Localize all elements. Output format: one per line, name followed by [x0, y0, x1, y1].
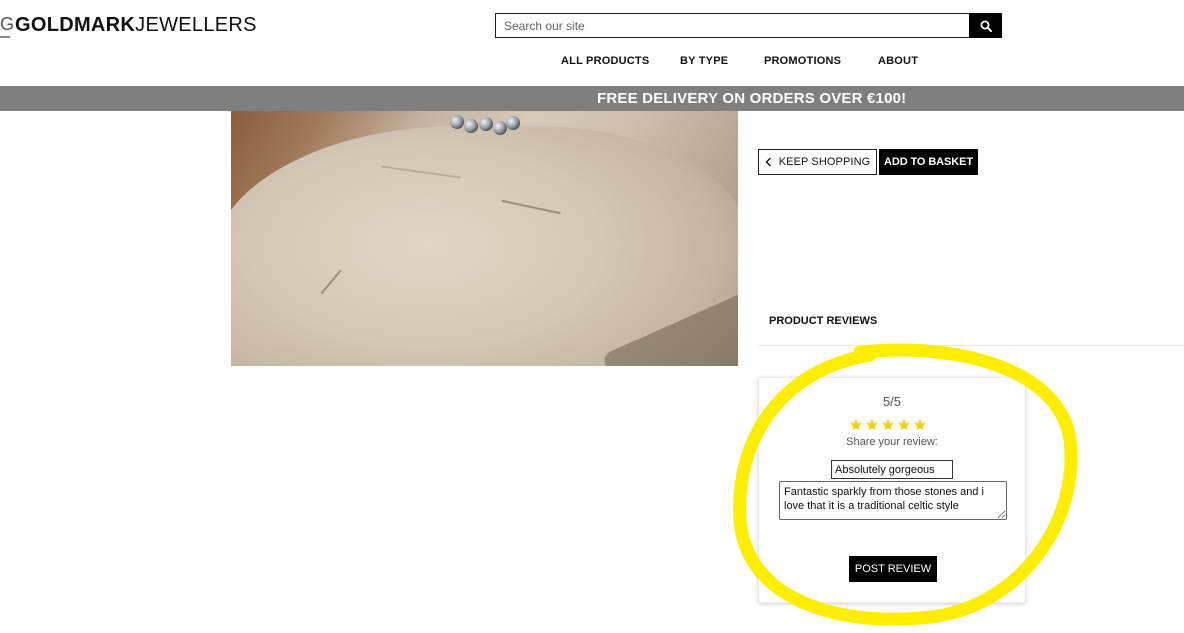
ring-gems [446, 111, 524, 145]
main-nav: ALL PRODUCTS BY TYPE PROMOTIONS ABOUT [0, 55, 1184, 71]
promo-banner: FREE DELIVERY ON ORDERS OVER €100! [0, 86, 1184, 111]
review-body-textarea[interactable]: Fantastic sparkly from those stones and … [779, 481, 1007, 520]
ring-gem [450, 115, 464, 129]
logo-text-bold: GOLDMARK [15, 13, 136, 36]
chevron-left-icon [765, 157, 771, 167]
ring-gem [464, 119, 478, 133]
keep-shopping-label: KEEP SHOPPING [778, 156, 871, 168]
product-reviews-heading: PRODUCT REVIEWS [769, 315, 878, 327]
search-icon [980, 20, 992, 32]
ring-gem [493, 121, 507, 135]
nav-item-all-products[interactable]: ALL PRODUCTS [561, 55, 649, 67]
keep-shopping-button[interactable]: KEEP SHOPPING [758, 149, 877, 175]
logo-emblem-icon: G [0, 12, 14, 38]
search-button[interactable] [969, 13, 1002, 38]
promo-banner-text: FREE DELIVERY ON ORDERS OVER €100! [597, 90, 907, 107]
add-to-basket-button[interactable]: ADD TO BASKET [879, 149, 978, 175]
post-review-button[interactable]: POST REVIEW [849, 556, 937, 582]
ring-gem [506, 116, 520, 130]
review-form-card: 5/5 Share your review: Fantastic sparkly… [758, 377, 1026, 603]
search-input[interactable] [495, 13, 969, 38]
review-title-input[interactable] [831, 460, 953, 479]
logo-text-thin: JEWELLERS [135, 13, 257, 36]
ring-gem [479, 117, 493, 131]
star-icon[interactable] [897, 418, 911, 432]
logo-text: GOLDMARKJEWELLERS [15, 14, 257, 37]
nav-item-about[interactable]: ABOUT [878, 55, 918, 67]
share-review-label: Share your review: [846, 436, 938, 448]
site-logo[interactable]: G GOLDMARKJEWELLERS [0, 12, 257, 38]
star-icon[interactable] [881, 418, 895, 432]
review-score: 5/5 [882, 394, 902, 409]
divider [758, 345, 1184, 346]
star-icon[interactable] [865, 418, 879, 432]
nav-item-by-type[interactable]: BY TYPE [680, 55, 728, 67]
star-icon[interactable] [849, 418, 863, 432]
product-image [231, 111, 738, 366]
star-icon[interactable] [913, 418, 927, 432]
nav-item-promotions[interactable]: PROMOTIONS [764, 55, 841, 67]
star-rating[interactable] [849, 418, 927, 432]
search-form [495, 13, 1002, 38]
